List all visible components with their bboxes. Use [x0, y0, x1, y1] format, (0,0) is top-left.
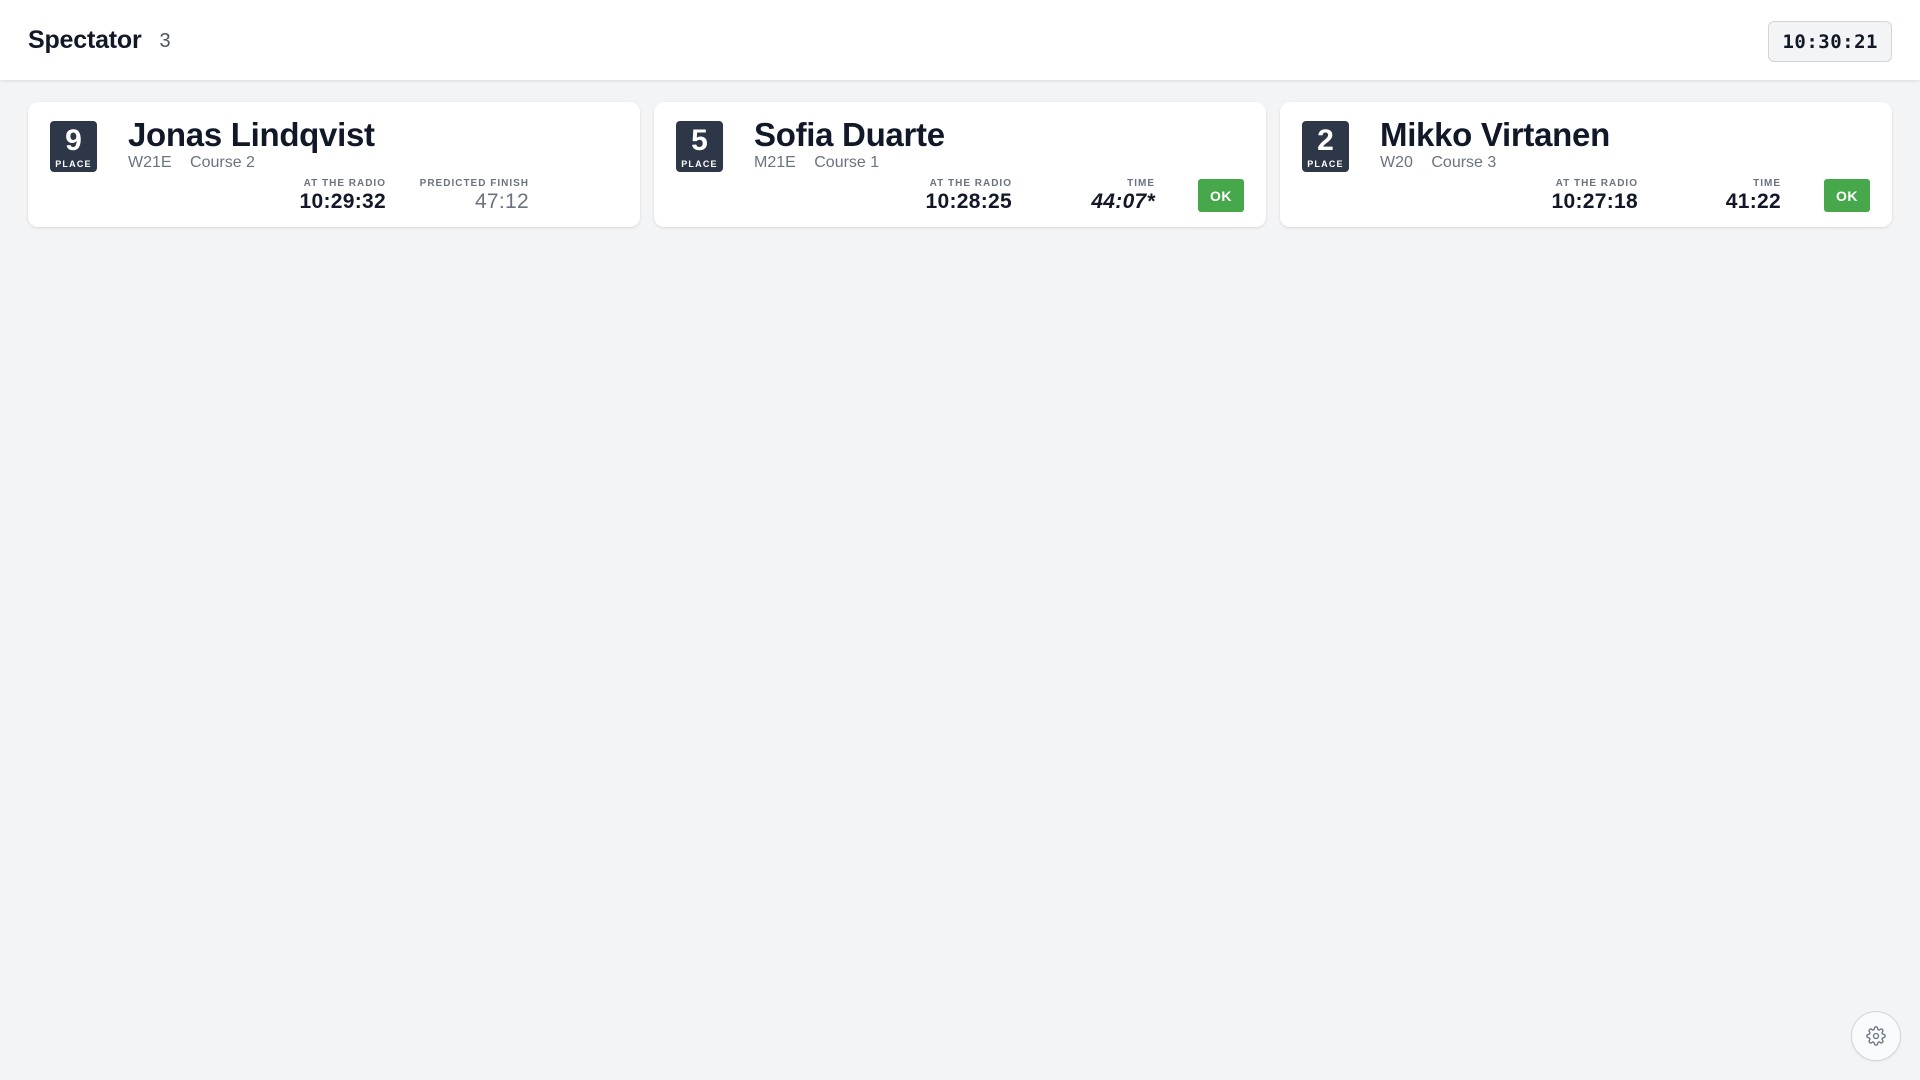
- radio-time: 10:28:25: [925, 190, 1012, 213]
- time-stat: TIME 44:07*: [1091, 178, 1155, 214]
- radio-stat: AT THE RADIO 10:29:32: [300, 178, 386, 214]
- runner-meta: W20 Course 3: [1380, 154, 1496, 172]
- app-title: Spectator: [28, 25, 142, 54]
- time-stat: TIME 41:22: [1726, 178, 1781, 214]
- predicted-finish-value: 47:12: [474, 190, 529, 213]
- place-badge: 2 PLACE: [1302, 121, 1349, 172]
- runner-class: M21E: [754, 154, 796, 171]
- place-label: PLACE: [1307, 159, 1344, 169]
- place-badge: 9 PLACE: [50, 121, 97, 172]
- runner-name: Jonas Lindqvist: [128, 116, 375, 153]
- top-bar: Spectator 3 10:30:21: [0, 0, 1920, 80]
- runner-meta: W21E Course 2: [128, 154, 255, 172]
- time-label: TIME: [1127, 178, 1155, 189]
- place-number: 2: [1317, 124, 1334, 157]
- status-badge: OK: [1824, 179, 1870, 212]
- place-number: 5: [691, 124, 708, 157]
- radio-label: AT THE RADIO: [929, 178, 1012, 189]
- runner-card[interactable]: 5 PLACE Sofia Duarte M21E Course 1 AT TH…: [654, 102, 1266, 227]
- radio-label: AT THE RADIO: [1555, 178, 1638, 189]
- place-label: PLACE: [681, 159, 718, 169]
- settings-button[interactable]: [1851, 1011, 1901, 1061]
- runner-cards: 9 PLACE Jonas Lindqvist W21E Course 2 AT…: [28, 102, 1892, 227]
- runner-course: Course 2: [190, 154, 255, 171]
- time-label: TIME: [1753, 178, 1781, 189]
- radio-stat: AT THE RADIO 10:28:25: [926, 178, 1012, 214]
- runner-meta: M21E Course 1: [754, 154, 879, 172]
- runner-class: W20: [1380, 154, 1413, 171]
- radio-time: 10:27:18: [1551, 190, 1638, 213]
- time-value: 41:22: [1725, 190, 1781, 213]
- status-badge: OK: [1198, 179, 1244, 212]
- radio-label: AT THE RADIO: [303, 178, 386, 189]
- gear-icon: [1866, 1026, 1886, 1046]
- clock-display: 10:30:21: [1768, 21, 1892, 62]
- runner-count: 3: [159, 29, 171, 52]
- runner-name: Sofia Duarte: [754, 116, 945, 153]
- place-label: PLACE: [55, 159, 92, 169]
- radio-time: 10:29:32: [299, 190, 386, 213]
- place-badge: 5 PLACE: [676, 121, 723, 172]
- predicted-finish-stat: PREDICTED FINISH 47:12: [420, 178, 529, 214]
- place-number: 9: [65, 124, 82, 157]
- time-value: 44:07*: [1091, 190, 1155, 213]
- radio-stat: AT THE RADIO 10:27:18: [1552, 178, 1638, 214]
- runner-card[interactable]: 2 PLACE Mikko Virtanen W20 Course 3 AT T…: [1280, 102, 1892, 227]
- runner-course: Course 1: [814, 154, 880, 171]
- runner-class: W21E: [128, 154, 172, 171]
- runner-card[interactable]: 9 PLACE Jonas Lindqvist W21E Course 2 AT…: [28, 102, 640, 227]
- runner-course: Course 3: [1431, 154, 1497, 171]
- predicted-finish-label: PREDICTED FINISH: [419, 178, 529, 189]
- runner-name: Mikko Virtanen: [1380, 116, 1610, 153]
